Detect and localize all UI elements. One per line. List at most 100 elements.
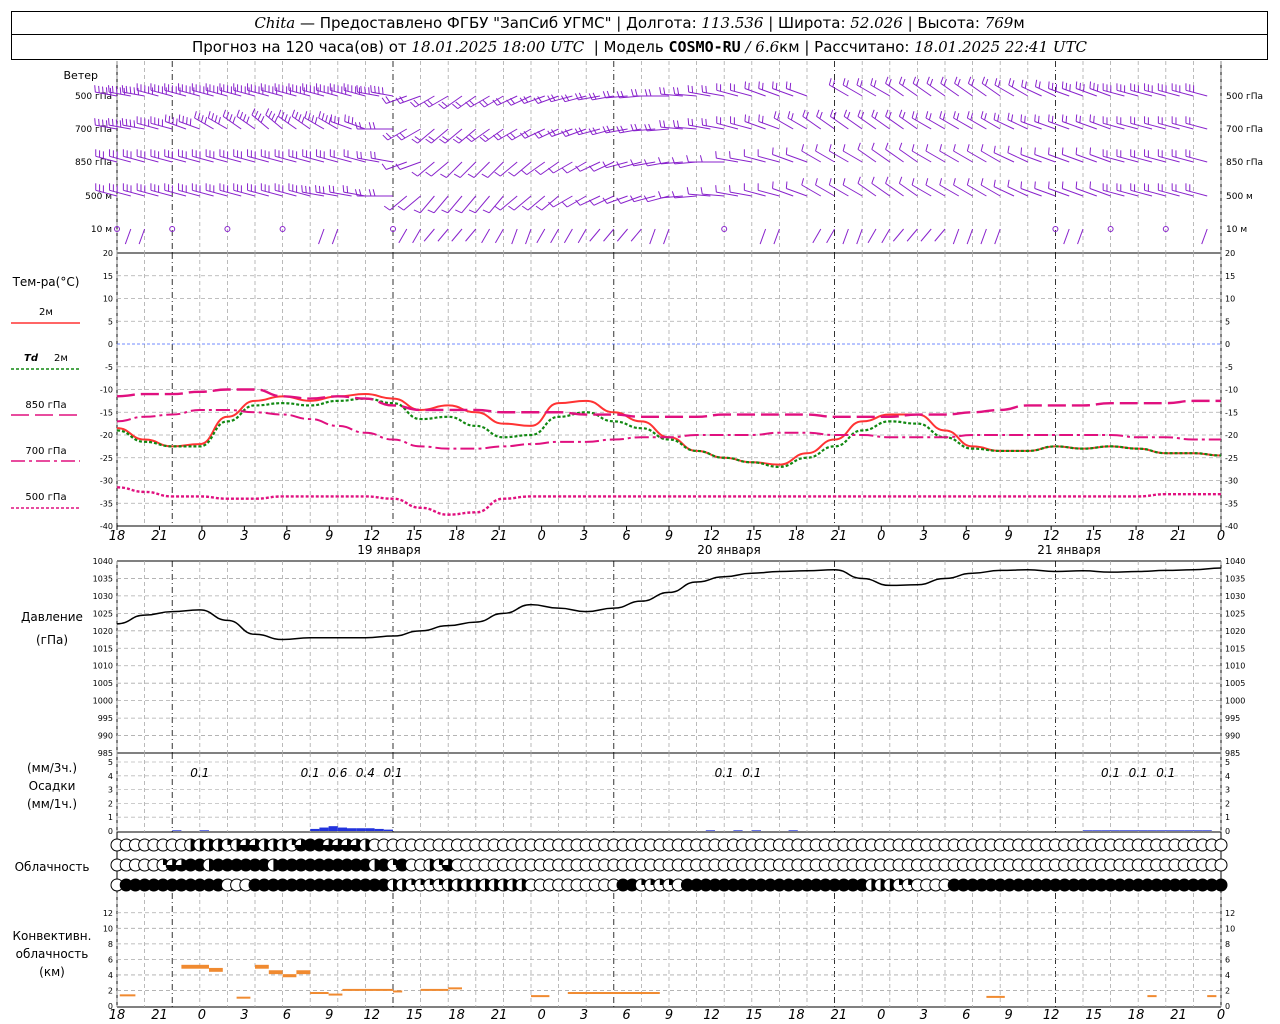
- wind-barb: [953, 178, 973, 197]
- wind-barb-shaft: [417, 161, 435, 177]
- wind-barb-feather: [1075, 114, 1078, 122]
- wind-barb-feather: [508, 171, 515, 177]
- wind-barb-feather: [129, 86, 132, 94]
- ytick-temp-right: 0: [1225, 340, 1230, 349]
- wind-barb-feather: [925, 144, 929, 152]
- wind-barb-feather: [815, 144, 818, 152]
- wind-barb-feather: [105, 120, 108, 128]
- wind-barb: [925, 111, 946, 130]
- wind-barb: [980, 178, 1001, 197]
- wind-barb: [785, 147, 808, 163]
- wind-barb-feather: [337, 117, 340, 125]
- wind-barb-feather: [246, 116, 250, 124]
- wind-barb: [630, 228, 642, 242]
- wind-barb: [577, 228, 587, 244]
- wind-barb-feather: [115, 119, 118, 127]
- legend-t700-label: 700 гПа: [25, 446, 66, 457]
- wind-barb-shaft: [899, 148, 918, 163]
- ytick-prec-left: 3: [108, 786, 113, 795]
- wind-barb-feather: [758, 114, 760, 122]
- hour-label-top: 9: [665, 529, 673, 544]
- wind-barb: [525, 228, 532, 245]
- wind-barb-feather: [885, 176, 889, 184]
- wind-barb: [398, 228, 408, 244]
- legend-t500-label: 500 гПа: [25, 492, 66, 503]
- precip-bar: [788, 830, 798, 831]
- wind-barb-feather: [898, 76, 903, 84]
- ytick-conv-left: 6: [108, 955, 113, 964]
- wind-barb-feather: [939, 178, 943, 186]
- wind-barb-feather: [1061, 147, 1064, 155]
- wind-barb-feather: [383, 205, 391, 211]
- wind-barb-feather: [102, 86, 104, 94]
- wind-barb-shaft: [871, 182, 891, 197]
- wind-barb-feather: [801, 144, 805, 152]
- ytick-prec-right: 2: [1225, 799, 1230, 808]
- wind-barb-feather: [479, 101, 485, 108]
- wind-barb: [644, 89, 669, 97]
- wind-barb: [687, 85, 711, 97]
- conv-title-1: Конвективн.: [13, 929, 92, 943]
- wind-barb-feather: [925, 178, 929, 186]
- wind-barb-shaft: [630, 228, 642, 242]
- ytick-temp-left: -5: [105, 363, 113, 372]
- hour-label-bottom: 21: [1170, 1008, 1187, 1023]
- wind-barb-feather: [758, 81, 760, 89]
- wind-barb-feather: [1061, 81, 1064, 89]
- wind-barb-feather: [630, 89, 634, 97]
- wind-barb-feather: [441, 209, 449, 214]
- wind-barb-feather: [229, 114, 233, 122]
- wind-barb-shaft: [461, 195, 477, 214]
- ytick-pres-left: 1025: [93, 609, 113, 618]
- ytick-pres-left: 1010: [93, 662, 113, 671]
- wind-barb-feather: [1011, 80, 1015, 88]
- wind-barb-feather: [912, 76, 917, 84]
- wind-barb-shaft: [885, 148, 904, 163]
- wind-barb-feather: [342, 185, 345, 193]
- wind-barb-feather: [815, 178, 818, 186]
- wind-barb-shaft: [1077, 228, 1084, 245]
- wind-barb: [441, 195, 463, 214]
- wind-barb: [773, 111, 794, 130]
- cloud-symbol: [1214, 858, 1228, 872]
- precip-bar: [1119, 830, 1129, 831]
- wind-barb: [994, 78, 1015, 97]
- wind-barb: [759, 228, 767, 245]
- wind-barb-feather: [1021, 79, 1024, 87]
- hour-label-top: 21: [1170, 529, 1187, 544]
- wind-barb: [828, 78, 849, 97]
- ytick-temp-right: -20: [1225, 431, 1238, 440]
- day-label: 20 января: [697, 543, 760, 557]
- wind-barb-feather: [381, 163, 387, 170]
- wind-barb: [1089, 114, 1111, 130]
- wind-barb-feather: [510, 132, 516, 139]
- wind-barb: [773, 228, 780, 245]
- wind-barb-feather: [966, 178, 970, 186]
- precip-bar: [1147, 830, 1157, 831]
- wind-barb: [563, 228, 573, 244]
- wind-barb-feather: [772, 81, 774, 89]
- precip-amount: 0.4: [356, 766, 375, 780]
- wind-barb-feather: [744, 81, 747, 89]
- wind-barb-feather: [346, 185, 349, 193]
- wind-barb-feather: [785, 181, 788, 189]
- wind-barb: [801, 144, 822, 163]
- wind-barb: [251, 108, 270, 130]
- wind-barb-feather: [455, 209, 462, 214]
- wind-barb-feather: [1051, 82, 1054, 90]
- wind-barb: [410, 95, 435, 108]
- precip-bar: [347, 828, 357, 831]
- wind-barb: [452, 95, 477, 110]
- wind-barb-shaft: [892, 228, 904, 242]
- wind-barb-feather: [686, 187, 689, 195]
- wind-barb-shaft: [867, 228, 877, 244]
- ytick-conv-left: 8: [108, 940, 113, 949]
- hour-label-top: 21: [831, 529, 848, 544]
- wind-barb-feather: [332, 185, 335, 193]
- wind-barb-feather: [761, 82, 764, 90]
- wind-barb-feather: [1034, 147, 1036, 155]
- conv-cloud-bar: [181, 964, 209, 969]
- wind-barb: [1063, 228, 1070, 245]
- wind-barb: [812, 228, 822, 244]
- wind-barb-feather: [687, 118, 690, 126]
